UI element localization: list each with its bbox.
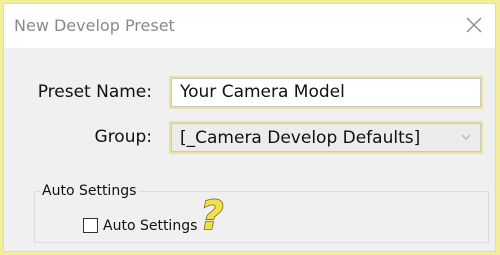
auto-settings-checkbox-label: Auto Settings: [103, 218, 198, 234]
checkbox-box[interactable]: [83, 218, 98, 233]
auto-settings-group-title: Auto Settings: [40, 182, 139, 200]
preset-name-label: Preset Name:: [37, 82, 152, 102]
group-select-value: [_Camera Develop Defaults]: [180, 128, 421, 148]
preset-name-input[interactable]: Your Camera Model: [169, 76, 483, 109]
group-label: Group:: [94, 127, 152, 147]
chevron-down-icon: [461, 134, 471, 140]
dialog-title: New Develop Preset: [14, 16, 175, 35]
dialog-titlebar: New Develop Preset: [4, 4, 495, 48]
svg-text:?: ?: [200, 194, 223, 236]
question-mark-icon: ?: [200, 194, 225, 236]
close-icon: [466, 17, 482, 33]
new-develop-preset-dialog: New Develop Preset Preset Name: Your Cam…: [3, 3, 496, 252]
close-button[interactable]: [459, 10, 489, 40]
group-select[interactable]: [_Camera Develop Defaults]: [169, 121, 483, 154]
